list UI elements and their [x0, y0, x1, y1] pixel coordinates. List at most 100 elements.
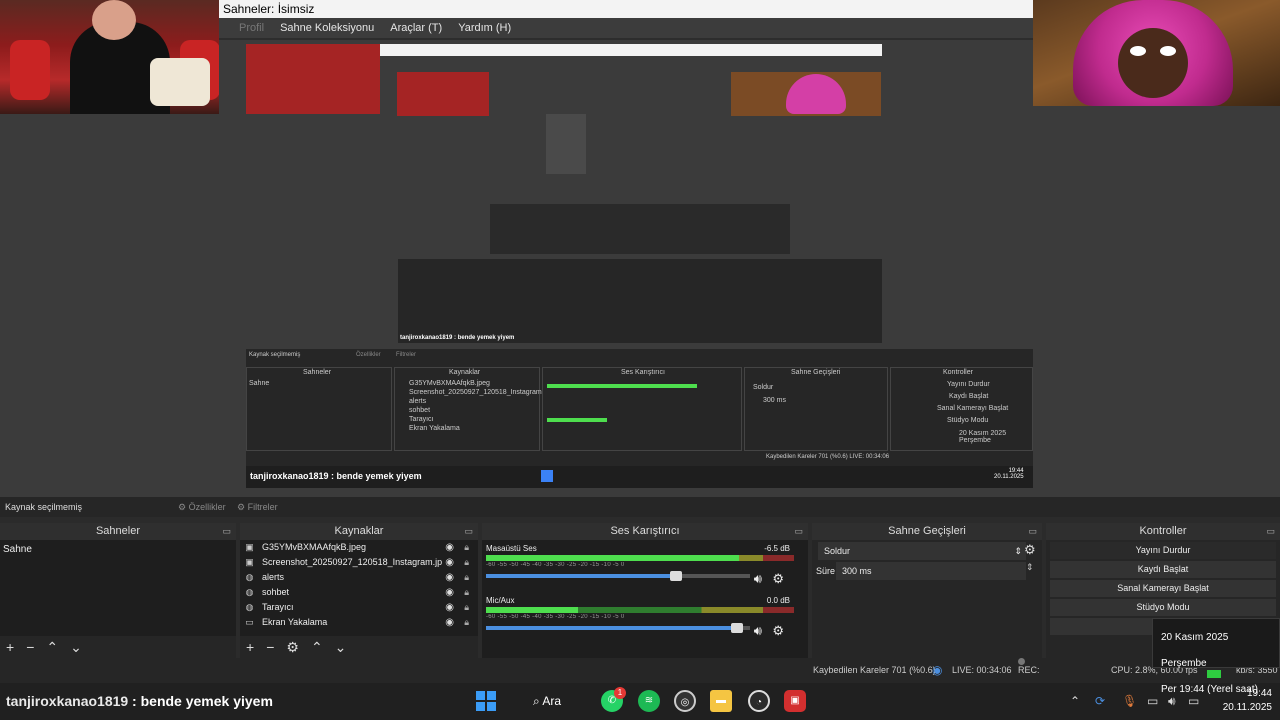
slider-knob[interactable]: [670, 571, 683, 581]
obs-icon[interactable]: ◎: [674, 690, 696, 712]
microphone-icon[interactable]: 🎙︎: [1122, 683, 1137, 720]
person-head-shape: [92, 0, 136, 40]
duration-label: Süre: [816, 566, 836, 576]
channel-name: Masaüstü Ses: [486, 544, 537, 553]
nested-source-6: Ekran Yakalama: [409, 425, 460, 432]
search-button[interactable]: ⌕ Ara: [533, 683, 561, 720]
move-down-icon[interactable]: ⌄: [335, 639, 347, 656]
mixer-body: Masaüstü Ses -6.5 dB -60 -55 -50 -45 -40…: [482, 540, 808, 658]
globe-icon: ◍: [245, 602, 254, 612]
preview-canvas[interactable]: Sahneler: İsimsiz Profil Sahne Koleksiyo…: [0, 0, 1280, 497]
chat-overlay: tanjiroxkanao1819 : bende yemek yiyem: [6, 683, 273, 720]
channel-name: Mic/Aux: [486, 596, 515, 605]
source-row[interactable]: ◍ Tarayıcı ◉ 🔒︎: [240, 600, 478, 615]
mixer-title: Ses Karıştırıcı: [610, 525, 680, 537]
volume-meter: [486, 607, 794, 613]
source-name: Ekran Yakalama: [262, 617, 328, 627]
start-virtual-camera-button[interactable]: Sanal Kamerayı Başlat: [1050, 580, 1276, 597]
nested-mixer-dock: Ses Karıştırıcı: [542, 367, 742, 451]
gear-icon[interactable]: ⚙: [772, 571, 784, 587]
source-row[interactable]: ▭ Ekran Yakalama ◉ 🔒︎: [240, 615, 478, 630]
filters-button[interactable]: ⚙ Filtreler: [237, 497, 278, 517]
globe-icon: ◍: [245, 587, 254, 597]
gear-icon[interactable]: ⚙: [772, 623, 784, 639]
channel-db: -6.5 dB: [764, 544, 790, 553]
spotify-icon[interactable]: ≋: [638, 690, 660, 712]
visibility-eye-icon[interactable]: ◉: [445, 555, 454, 570]
volume-slider[interactable]: [486, 623, 750, 633]
source-row[interactable]: ◍ sohbet ◉ 🔒︎: [240, 585, 478, 600]
search-icon: ⌕: [533, 694, 543, 708]
lock-icon[interactable]: 🔒︎: [464, 555, 469, 570]
file-explorer-icon[interactable]: ▬: [710, 690, 732, 712]
undock-icon[interactable]: ▭: [1266, 523, 1275, 540]
menu-profile[interactable]: Profil: [239, 18, 264, 38]
remove-icon[interactable]: −: [26, 639, 34, 655]
visibility-eye-icon[interactable]: ◉: [445, 540, 454, 555]
visibility-eye-icon[interactable]: ◉: [445, 615, 454, 630]
undock-icon[interactable]: ▭: [794, 523, 803, 540]
windows-start-icon[interactable]: [476, 691, 496, 711]
properties-button[interactable]: ⚙ Özellikler: [178, 497, 226, 517]
visibility-eye-icon[interactable]: ◉: [445, 600, 454, 615]
undock-icon[interactable]: ▭: [1028, 523, 1037, 540]
status-bar: Kaybedilen Kareler 701 (%0.6) ◉ LIVE: 00…: [0, 658, 1280, 700]
app-icon-recording[interactable]: ◔: [748, 690, 770, 712]
lock-icon[interactable]: 🔒︎: [464, 615, 469, 630]
menu-help[interactable]: Yardım (H): [458, 18, 511, 38]
gear-icon[interactable]: ⚙: [286, 639, 299, 656]
duration-input[interactable]: 300 ms: [836, 562, 1026, 580]
add-icon[interactable]: +: [246, 639, 254, 655]
character-face-shape: [1118, 28, 1188, 98]
nested-source-4: sohbet: [409, 407, 431, 414]
lock-icon[interactable]: 🔒︎: [464, 570, 469, 585]
move-up-icon[interactable]: ⌃: [46, 639, 58, 656]
camera-image-right: [1033, 0, 1280, 106]
start-recording-button[interactable]: Kaydı Başlat: [1050, 561, 1276, 578]
move-up-icon[interactable]: ⌃: [311, 639, 323, 656]
nested-filters: Filtreler: [396, 352, 417, 358]
move-down-icon[interactable]: ⌄: [70, 639, 82, 656]
sources-title: Kaynaklar: [334, 525, 384, 537]
notification-badge: 1: [614, 687, 626, 699]
nested-transitions-title: Sahne Geçişleri: [791, 369, 841, 376]
visibility-eye-icon[interactable]: ◉: [445, 570, 454, 585]
stop-stream-button[interactable]: Yayını Durdur: [1050, 542, 1276, 559]
spinner-icon[interactable]: ⇕: [1026, 562, 1034, 573]
undock-icon[interactable]: ▭: [222, 523, 231, 540]
nested-source-5: Tarayıcı: [409, 416, 434, 423]
scene-item[interactable]: Sahne: [0, 540, 236, 559]
nested-source-2: Screenshot_20250927_120518_Instagram.jp: [409, 389, 550, 396]
menu-scene-collection[interactable]: Sahne Koleksiyonu: [280, 18, 374, 38]
source-row[interactable]: ◍ alerts ◉ 🔒︎: [240, 570, 478, 585]
transition-select[interactable]: Soldur ⇕: [818, 542, 1026, 560]
remove-icon[interactable]: −: [266, 639, 274, 655]
sync-icon[interactable]: ⟳: [1095, 683, 1105, 720]
meter-level: [486, 555, 739, 561]
nested-transition-select: Soldur: [753, 384, 774, 391]
speaker-icon[interactable]: 🔊︎: [754, 623, 762, 639]
add-icon[interactable]: +: [6, 639, 14, 655]
scenes-dock: Sahneler ▭ Sahne + − ⌃ ⌄: [0, 523, 236, 658]
menu-tools[interactable]: Araçlar (T): [390, 18, 442, 38]
source-row[interactable]: ▣ G35YMvBXMAAfqkB.jpeg ◉ 🔒︎: [240, 540, 478, 555]
sources-footer: + − ⚙ ⌃ ⌄: [240, 636, 478, 658]
network-icon[interactable]: ▭: [1147, 683, 1158, 720]
source-row[interactable]: ▣ Screenshot_20250927_120518_Instagram.jp…: [240, 555, 478, 570]
nested-camera-left-2: [397, 72, 489, 116]
lock-icon[interactable]: 🔒︎: [464, 600, 469, 615]
studio-mode-button[interactable]: Stüdyo Modu: [1050, 599, 1276, 616]
lock-icon[interactable]: 🔒︎: [464, 540, 469, 555]
chevron-up-icon[interactable]: ⌃: [1070, 683, 1080, 720]
lock-icon[interactable]: 🔒︎: [464, 585, 469, 600]
app-icon-red[interactable]: ▣: [784, 690, 806, 712]
gear-icon[interactable]: ⚙: [1024, 542, 1036, 558]
undock-icon[interactable]: ▭: [464, 523, 473, 540]
visibility-eye-icon[interactable]: ◉: [445, 585, 454, 600]
slider-knob[interactable]: [730, 623, 743, 633]
nested-source-3: alerts: [409, 398, 427, 405]
volume-slider[interactable]: [486, 571, 750, 581]
speaker-icon[interactable]: 🔊︎: [754, 571, 762, 587]
nested-no-source: Kaynak seçilmemiş: [249, 352, 301, 358]
chat-username: tanjiroxkanao1819: [6, 693, 129, 709]
